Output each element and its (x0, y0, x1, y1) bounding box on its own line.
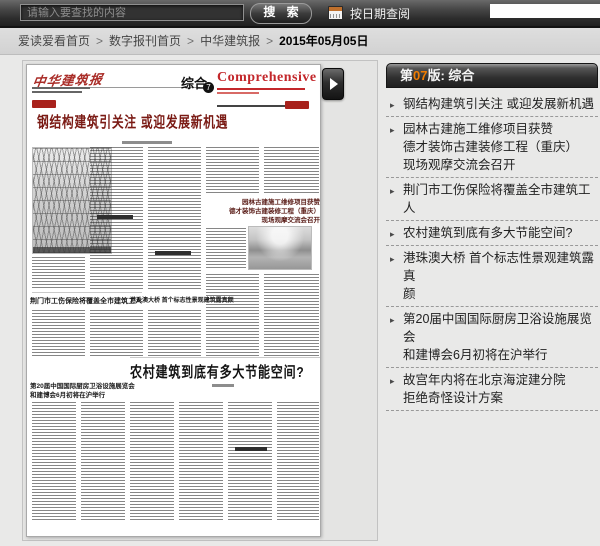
sidebar-article-line: 和建博会6月初将在沪举行 (403, 348, 547, 362)
edition-prefix: 第 (400, 68, 413, 83)
sidebar-article-line: 港珠澳大桥 首个标志性景观建筑露真 (403, 251, 594, 283)
date-field[interactable] (490, 4, 600, 18)
body-text-column (130, 402, 174, 521)
body-text-column (264, 274, 319, 356)
sidebar-article-line: 荆门市工伤保险将覆盖全市建筑工人 (403, 183, 591, 215)
edition-suffix: 版: 综合 (427, 68, 474, 83)
breadcrumb: 爱读爱看首页 > 数字报刊首页 > 中华建筑报 >2015年05月05日 (0, 28, 600, 55)
arrow-right-icon (330, 78, 338, 90)
sidebar-article-line: 第20届中国国际厨房卫浴设施展览会 (403, 312, 592, 344)
right-headline-line: 德才装饰古建装修工程（重庆） (225, 207, 320, 216)
masthead-info-line (32, 91, 82, 93)
body-text-column (179, 402, 223, 521)
masthead-info-line (32, 87, 90, 89)
edition-number: 07 (413, 68, 427, 83)
right-headline-line: 现场观摩交流会召开 (225, 216, 320, 225)
sidebar-article-line: 园林古建施工维修项目获赞 (403, 122, 553, 136)
breadcrumb-home[interactable]: 爱读爱看首页 (18, 34, 90, 48)
sidebar-article-line: 故宫年内将在北京海淀建分院 (403, 373, 566, 387)
red-label-tag (285, 101, 309, 109)
editor-rule (217, 105, 285, 107)
next-page-button[interactable] (322, 68, 344, 100)
arrow-bullet-icon: ▸ (390, 311, 395, 329)
sidebar-article-line: 现场观摩交流会召开 (403, 158, 516, 172)
sidebar-article-list: ▸ 钢结构建筑引关注 或迎发展新机遇 ▸ 园林古建施工维修项目获赞德才装饰古建装修工程… (386, 92, 598, 411)
breadcrumb-separator: > (96, 34, 103, 48)
sidebar-article[interactable]: ▸ 园林古建施工维修项目获赞德才装饰古建装修工程（重庆） 现场观摩交流会召开 (386, 117, 598, 178)
red-label-tag (32, 100, 56, 108)
breadcrumb-current-date: 2015年05月05日 (279, 34, 368, 48)
byline (212, 384, 234, 387)
masthead-red-rule (217, 88, 305, 90)
bottom-left-headline-line: 和建博会6月初将在沪举行 (30, 391, 140, 400)
arrow-bullet-icon: ▸ (390, 250, 395, 268)
byline (122, 141, 172, 144)
arrow-bullet-icon: ▸ (390, 372, 395, 390)
sidebar-article-line: 颜 (403, 287, 416, 301)
newspaper-page-image: 中华建筑报 综合 7 Comprehensive 钢结构建筑引关注 或迎发展新机… (26, 64, 321, 537)
arrow-bullet-icon: ▸ (390, 121, 395, 139)
body-text-column (32, 257, 85, 290)
main-headline: 钢结构建筑引关注 或迎发展新机遇 (37, 111, 228, 132)
masthead-date-line (217, 92, 259, 94)
breadcrumb-paper-index[interactable]: 数字报刊首页 (109, 34, 181, 48)
body-text-column (90, 310, 143, 356)
sidebar-article[interactable]: ▸ 港珠澳大桥 首个标志性景观建筑露真颜 (386, 246, 598, 307)
search-input[interactable] (20, 4, 244, 21)
article-divider (32, 292, 142, 293)
sidebar-article-line: 钢结构建筑引关注 或迎发展新机遇 (403, 97, 594, 111)
body-text-column (148, 310, 201, 356)
browse-by-date-label: 按日期查阅 (350, 5, 410, 22)
body-text-column (32, 310, 85, 356)
sidebar-article[interactable]: ▸ 第20届中国国际厨房卫浴设施展览会和建博会6月初将在沪举行 (386, 307, 598, 368)
article-divider (130, 357, 320, 358)
column-subhead (97, 215, 133, 219)
body-text-column (81, 402, 125, 521)
body-text-column (228, 402, 272, 521)
column-subhead (235, 447, 267, 451)
body-text-column (206, 274, 259, 356)
bottom-left-headline-line: 第20届中国国际厨房卫浴设施展览会 (30, 382, 140, 391)
breadcrumb-separator: > (187, 34, 194, 48)
body-text-column (264, 147, 319, 195)
conference-photo (248, 226, 312, 270)
sidebar-article-line: 农村建筑到底有多大节能空间? (403, 226, 572, 240)
right-headline-line: 园林古建施工维修项目获赞 (225, 198, 320, 207)
right-article-headline: 园林古建施工维修项目获赞 德才装饰古建装修工程（重庆） 现场观摩交流会召开 (225, 198, 320, 225)
top-toolbar: 搜 索 按日期查阅 (0, 0, 600, 28)
arrow-bullet-icon: ▸ (390, 225, 395, 243)
browse-by-date[interactable]: 按日期查阅 (328, 5, 410, 21)
breadcrumb-paper[interactable]: 中华建筑报 (200, 34, 260, 48)
body-text-column (206, 147, 259, 195)
column-subhead (155, 251, 191, 255)
search-button[interactable]: 搜 索 (250, 3, 312, 24)
edition-header: 第07版: 综合 (386, 63, 598, 88)
article-sidebar: 第07版: 综合 ▸ 钢结构建筑引关注 或迎发展新机遇 ▸ 园林古建施工维修项目获赞德… (386, 63, 598, 411)
body-text-column (206, 228, 246, 270)
sidebar-article[interactable]: ▸ 故宫年内将在北京海淀建分院拒绝奇怪设计方案 (386, 368, 598, 411)
arrow-bullet-icon: ▸ (390, 96, 395, 114)
sidebar-article[interactable]: ▸ 钢结构建筑引关注 或迎发展新机遇 (386, 92, 598, 117)
bottom-left-headline: 第20届中国国际厨房卫浴设施展览会 和建博会6月初将在沪举行 (30, 382, 140, 400)
section-name-en: Comprehensive (217, 70, 317, 86)
body-text-column (32, 402, 76, 521)
sidebar-article[interactable]: ▸ 农村建筑到底有多大节能空间? (386, 221, 598, 246)
sidebar-article-line: 拒绝奇怪设计方案 (403, 391, 503, 405)
feature-headline: 农村建筑到底有多大节能空间? (130, 361, 305, 382)
mini-headline-left: 荆门市工伤保险将覆盖全市建筑工人 (30, 296, 142, 306)
digital-newspaper-reader: 搜 索 按日期查阅 爱读爱看首页 > 数字报刊首页 > 中华建筑报 >2015年05月05… (0, 0, 600, 546)
body-text-column (277, 402, 319, 521)
arrow-bullet-icon: ▸ (390, 182, 395, 200)
sidebar-article[interactable]: ▸ 荆门市工伤保险将覆盖全市建筑工人 (386, 178, 598, 221)
breadcrumb-separator: > (266, 34, 273, 48)
calendar-icon (328, 6, 343, 20)
sidebar-article-line: 德才装饰古建装修工程（重庆） (403, 140, 578, 154)
body-text-column (148, 147, 201, 289)
page-number-badge: 7 (203, 82, 214, 93)
newspaper-viewer: 中华建筑报 综合 7 Comprehensive 钢结构建筑引关注 或迎发展新机… (22, 60, 378, 541)
